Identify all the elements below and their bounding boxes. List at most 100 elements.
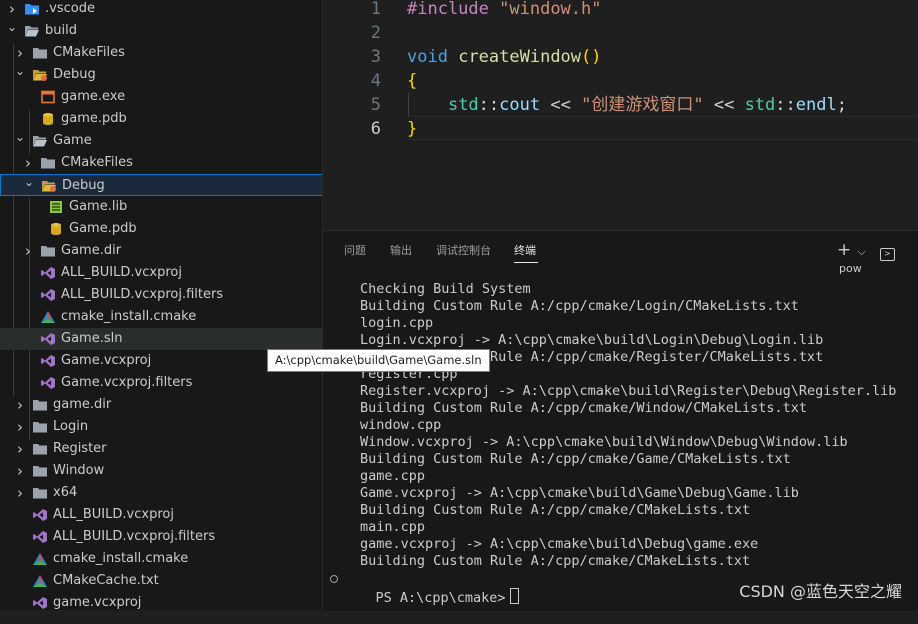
visual-studio-icon — [40, 288, 56, 302]
chevron-right-icon[interactable]: › — [12, 394, 28, 416]
function-name: createWindow — [458, 47, 582, 67]
namespace-std: std — [744, 95, 776, 115]
terminal-output[interactable]: Checking Build System Building Custom Rul… — [360, 281, 896, 570]
tree-item-label: .vscode — [45, 1, 95, 16]
visual-studio-icon — [32, 596, 48, 610]
tab-terminal[interactable]: 终端 — [514, 242, 536, 258]
tree-item-label: Register — [53, 441, 107, 456]
tree-item[interactable]: Game.lib — [0, 196, 323, 218]
tab-debug-console[interactable]: 调试控制台 — [436, 242, 491, 258]
terminal-line: main.cpp — [360, 519, 426, 535]
code-line-5[interactable]: std::cout << "创建游戏窗口" << std::endl; — [407, 93, 847, 117]
tree-item-label: CMakeFiles — [53, 45, 125, 60]
chevron-down-icon[interactable]: ⌄ — [4, 16, 20, 38]
chevron-down-icon[interactable]: ⌄ — [12, 60, 28, 82]
tree-item[interactable]: › Login — [0, 416, 323, 438]
tree-item[interactable]: cmake_install.cmake — [0, 306, 323, 328]
watermark: CSDN @蓝色天空之耀 — [739, 582, 902, 601]
tree-item-label: x64 — [53, 485, 78, 500]
command-decoration-icon[interactable] — [330, 575, 338, 583]
tree-item[interactable]: › Register — [0, 438, 323, 460]
tree-item[interactable]: ALL_BUILD.vcxproj — [0, 504, 323, 526]
chevron-right-icon[interactable]: › — [12, 416, 28, 438]
code-line-1[interactable]: #include "window.h" — [407, 0, 602, 21]
line-number-active: 6 — [370, 119, 381, 139]
tree-item[interactable]: game.pdb — [0, 108, 323, 130]
code-line-4[interactable]: { — [407, 69, 417, 93]
code-line-6[interactable]: } — [407, 117, 417, 141]
tree-item-label: Game.vcxproj.filters — [61, 375, 193, 390]
tree-item-label: Game.vcxproj — [61, 353, 152, 368]
tree-item[interactable]: CMakeCache.txt — [0, 570, 323, 592]
tree-item[interactable]: › CMakeFiles — [0, 152, 323, 174]
terminal-prompt: PS A:\cpp\cmake> — [375, 590, 506, 606]
exe-icon — [40, 90, 56, 104]
tree-item[interactable]: › Game.dir — [0, 240, 323, 262]
chevron-down-icon[interactable]: ⌄ — [21, 171, 37, 193]
tree-item[interactable]: ⌄ build — [0, 20, 323, 42]
chevron-down-icon[interactable]: ⌄ — [12, 126, 28, 148]
terminal-line: Building Custom Rule A:/cpp/cmake/CMakeL… — [360, 553, 751, 569]
tree-item[interactable]: Game.pdb — [0, 218, 323, 240]
chevron-right-icon[interactable]: › — [20, 240, 36, 262]
tree-item-selected[interactable]: ⌄ Debug — [0, 174, 323, 196]
terminal-line: Building Custom Rule A:/cpp/cmake/Game/C… — [360, 451, 791, 467]
tree-item[interactable]: cmake_install.cmake — [0, 548, 323, 570]
tab-output[interactable]: 输出 — [390, 242, 412, 258]
terminal-prompt-line[interactable]: PS A:\cpp\cmake> — [330, 571, 519, 624]
terminal-cursor — [509, 588, 519, 604]
tree-item-label: Game — [53, 133, 92, 148]
current-line-highlight — [407, 116, 918, 140]
tree-item[interactable]: game.exe — [0, 86, 323, 108]
chevron-right-icon[interactable]: › — [12, 482, 28, 504]
visual-studio-icon — [40, 266, 56, 280]
tree-item[interactable]: ⌄ Game — [0, 130, 323, 152]
tree-item[interactable]: ALL_BUILD.vcxproj.filters — [0, 526, 323, 548]
visual-studio-icon — [32, 530, 48, 544]
tree-item-label: Login — [53, 419, 89, 434]
visual-studio-icon — [40, 354, 56, 368]
code-editor[interactable]: 1 2 3 4 5 6 #include "window.h" void cre… — [323, 0, 918, 230]
close-brace: } — [407, 119, 418, 139]
scope-operator: :: — [478, 95, 500, 115]
tree-item[interactable]: › game.dir — [0, 394, 323, 416]
tree-item-label: ALL_BUILD.vcxproj — [53, 507, 174, 522]
tab-problems[interactable]: 问题 — [344, 242, 366, 258]
stream-operator: << — [713, 95, 735, 115]
parameter-parens: () — [581, 47, 602, 67]
bottom-panel: 问题 输出 调试控制台 终端 + ⌵ > pow Checking Build … — [323, 230, 918, 611]
code-line-3[interactable]: void createWindow() — [407, 45, 602, 69]
folder-icon — [40, 244, 56, 258]
tree-item[interactable]: Game.vcxproj.filters — [0, 372, 323, 394]
terminal-icon[interactable]: > — [879, 248, 895, 261]
tree-item-label: Game.dir — [61, 243, 122, 258]
tree-item-label: Debug — [53, 67, 96, 82]
terminal-line: Checking Build System — [360, 281, 531, 297]
include-directive: #include — [407, 0, 489, 19]
terminal-line: Building Custom Rule A:/cpp/cmake/CMakeL… — [360, 502, 751, 518]
visual-studio-icon — [40, 332, 56, 346]
chevron-right-icon[interactable]: › — [12, 460, 28, 482]
tree-item[interactable]: ⌄ Debug — [0, 64, 323, 86]
tree-item-hovered[interactable]: Game.sln — [0, 328, 323, 350]
tree-item-label: game.exe — [61, 89, 126, 104]
tree-item[interactable]: › .vscode — [0, 0, 323, 20]
tree-item[interactable]: › CMakeFiles — [0, 42, 323, 64]
folder-icon — [32, 398, 48, 412]
terminal-line: login.cpp — [360, 315, 434, 331]
tree-item[interactable]: game.vcxproj — [0, 592, 323, 610]
tree-item[interactable]: › x64 — [0, 482, 323, 504]
tree-item[interactable]: › Window — [0, 460, 323, 482]
tree-item-label: ALL_BUILD.vcxproj.filters — [53, 529, 216, 544]
terminal-line: Building Custom Rule A:/cpp/cmake/Window… — [360, 400, 808, 416]
line-number: 3 — [370, 47, 381, 67]
tree-item[interactable]: ALL_BUILD.vcxproj — [0, 262, 323, 284]
shell-label[interactable]: pow — [839, 262, 862, 275]
new-terminal-button[interactable]: + — [837, 240, 851, 260]
chevron-down-icon[interactable]: ⌵ — [857, 245, 865, 258]
include-path: "window.h" — [499, 0, 602, 19]
tree-item[interactable]: ALL_BUILD.vcxproj.filters — [0, 284, 323, 306]
chevron-right-icon[interactable]: › — [12, 438, 28, 460]
cout-identifier: cout — [499, 95, 541, 115]
line-number: 5 — [370, 95, 381, 115]
